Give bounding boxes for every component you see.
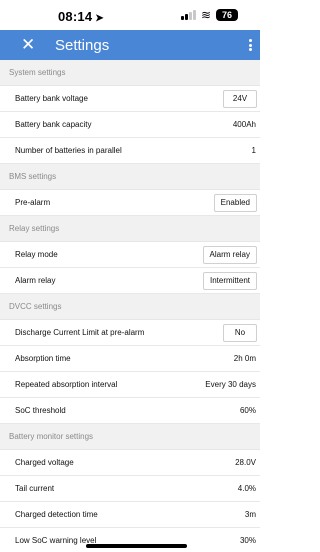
setting-row[interactable]: Charged detection time 3m <box>0 502 260 528</box>
section-header: BMS settings <box>0 164 260 190</box>
setting-value-button[interactable]: No <box>223 323 257 342</box>
page-title: Settings <box>55 36 110 54</box>
setting-row[interactable]: Charged voltage 28.0V <box>0 450 260 476</box>
setting-label: Charged voltage <box>15 458 74 467</box>
setting-value: 400Ah <box>232 120 256 129</box>
setting-row[interactable]: Repeated absorption interval Every 30 day… <box>0 372 260 398</box>
setting-value-button[interactable]: Intermittent <box>202 271 257 290</box>
setting-row[interactable]: Relay mode Alarm relay <box>0 242 260 268</box>
setting-value: 4.0% <box>237 484 256 493</box>
setting-label: Number of batteries in parallel <box>15 146 122 155</box>
setting-row[interactable]: Low SoC warning level 30% <box>0 528 260 552</box>
setting-label: Low SoC warning level <box>15 536 97 545</box>
wifi-icon: ≋ <box>200 8 211 22</box>
setting-label: SoC threshold <box>15 406 66 415</box>
setting-row[interactable]: SoC threshold 60% <box>0 398 260 424</box>
more-options-icon[interactable] <box>246 37 254 53</box>
section-header: Battery monitor settings <box>0 424 260 450</box>
home-indicator <box>86 544 187 548</box>
setting-value: 3m <box>244 510 256 519</box>
setting-row[interactable]: Tail current 4.0% <box>0 476 260 502</box>
setting-value: 30% <box>239 536 256 545</box>
cellular-signal-icon <box>180 10 196 20</box>
location-arrow-icon: ➤ <box>95 13 104 24</box>
setting-row[interactable]: Absorption time 2h 0m <box>0 346 260 372</box>
settings-list: System settings Battery bank voltage 24V Ba… <box>0 60 260 552</box>
status-time: 08:14 ➤ <box>58 9 104 24</box>
setting-label: Relay mode <box>15 250 58 259</box>
section-header: System settings <box>0 60 260 86</box>
setting-label: Battery bank capacity <box>15 120 92 129</box>
setting-label: Pre-alarm <box>15 198 51 207</box>
setting-value: 1 <box>251 146 256 155</box>
setting-label: Charged detection time <box>15 510 98 519</box>
setting-value: 60% <box>239 406 256 415</box>
setting-value-button[interactable]: Enabled <box>213 193 257 212</box>
close-icon[interactable]: ✕ <box>21 36 35 53</box>
setting-label: Tail current <box>15 484 55 493</box>
setting-value-button[interactable]: Alarm relay <box>202 245 257 264</box>
app-header: ✕ Settings <box>0 30 260 60</box>
setting-label: Battery bank voltage <box>15 94 88 103</box>
setting-value-button[interactable]: 24V <box>223 89 257 108</box>
setting-row[interactable]: Pre-alarm Enabled <box>0 190 260 216</box>
status-icons: ≋ 76 <box>180 8 238 22</box>
status-bar: 08:14 ➤ ≋ 76 <box>0 0 260 30</box>
status-time-text: 08:14 <box>58 9 93 24</box>
setting-row[interactable]: Discharge Current Limit at pre-alarm No <box>0 320 260 346</box>
battery-icon: 76 <box>216 9 238 21</box>
setting-value: Every 30 days <box>205 380 256 389</box>
setting-label: Repeated absorption interval <box>15 380 118 389</box>
setting-label: Alarm relay <box>15 276 56 285</box>
setting-label: Absorption time <box>15 354 71 363</box>
setting-row[interactable]: Battery bank capacity 400Ah <box>0 112 260 138</box>
section-header: Relay settings <box>0 216 260 242</box>
section-header: DVCC settings <box>0 294 260 320</box>
setting-row[interactable]: Number of batteries in parallel 1 <box>0 138 260 164</box>
setting-value: 28.0V <box>235 458 256 467</box>
setting-label: Discharge Current Limit at pre-alarm <box>15 328 145 337</box>
setting-value: 2h 0m <box>233 354 256 363</box>
setting-row[interactable]: Battery bank voltage 24V <box>0 86 260 112</box>
setting-row[interactable]: Alarm relay Intermittent <box>0 268 260 294</box>
